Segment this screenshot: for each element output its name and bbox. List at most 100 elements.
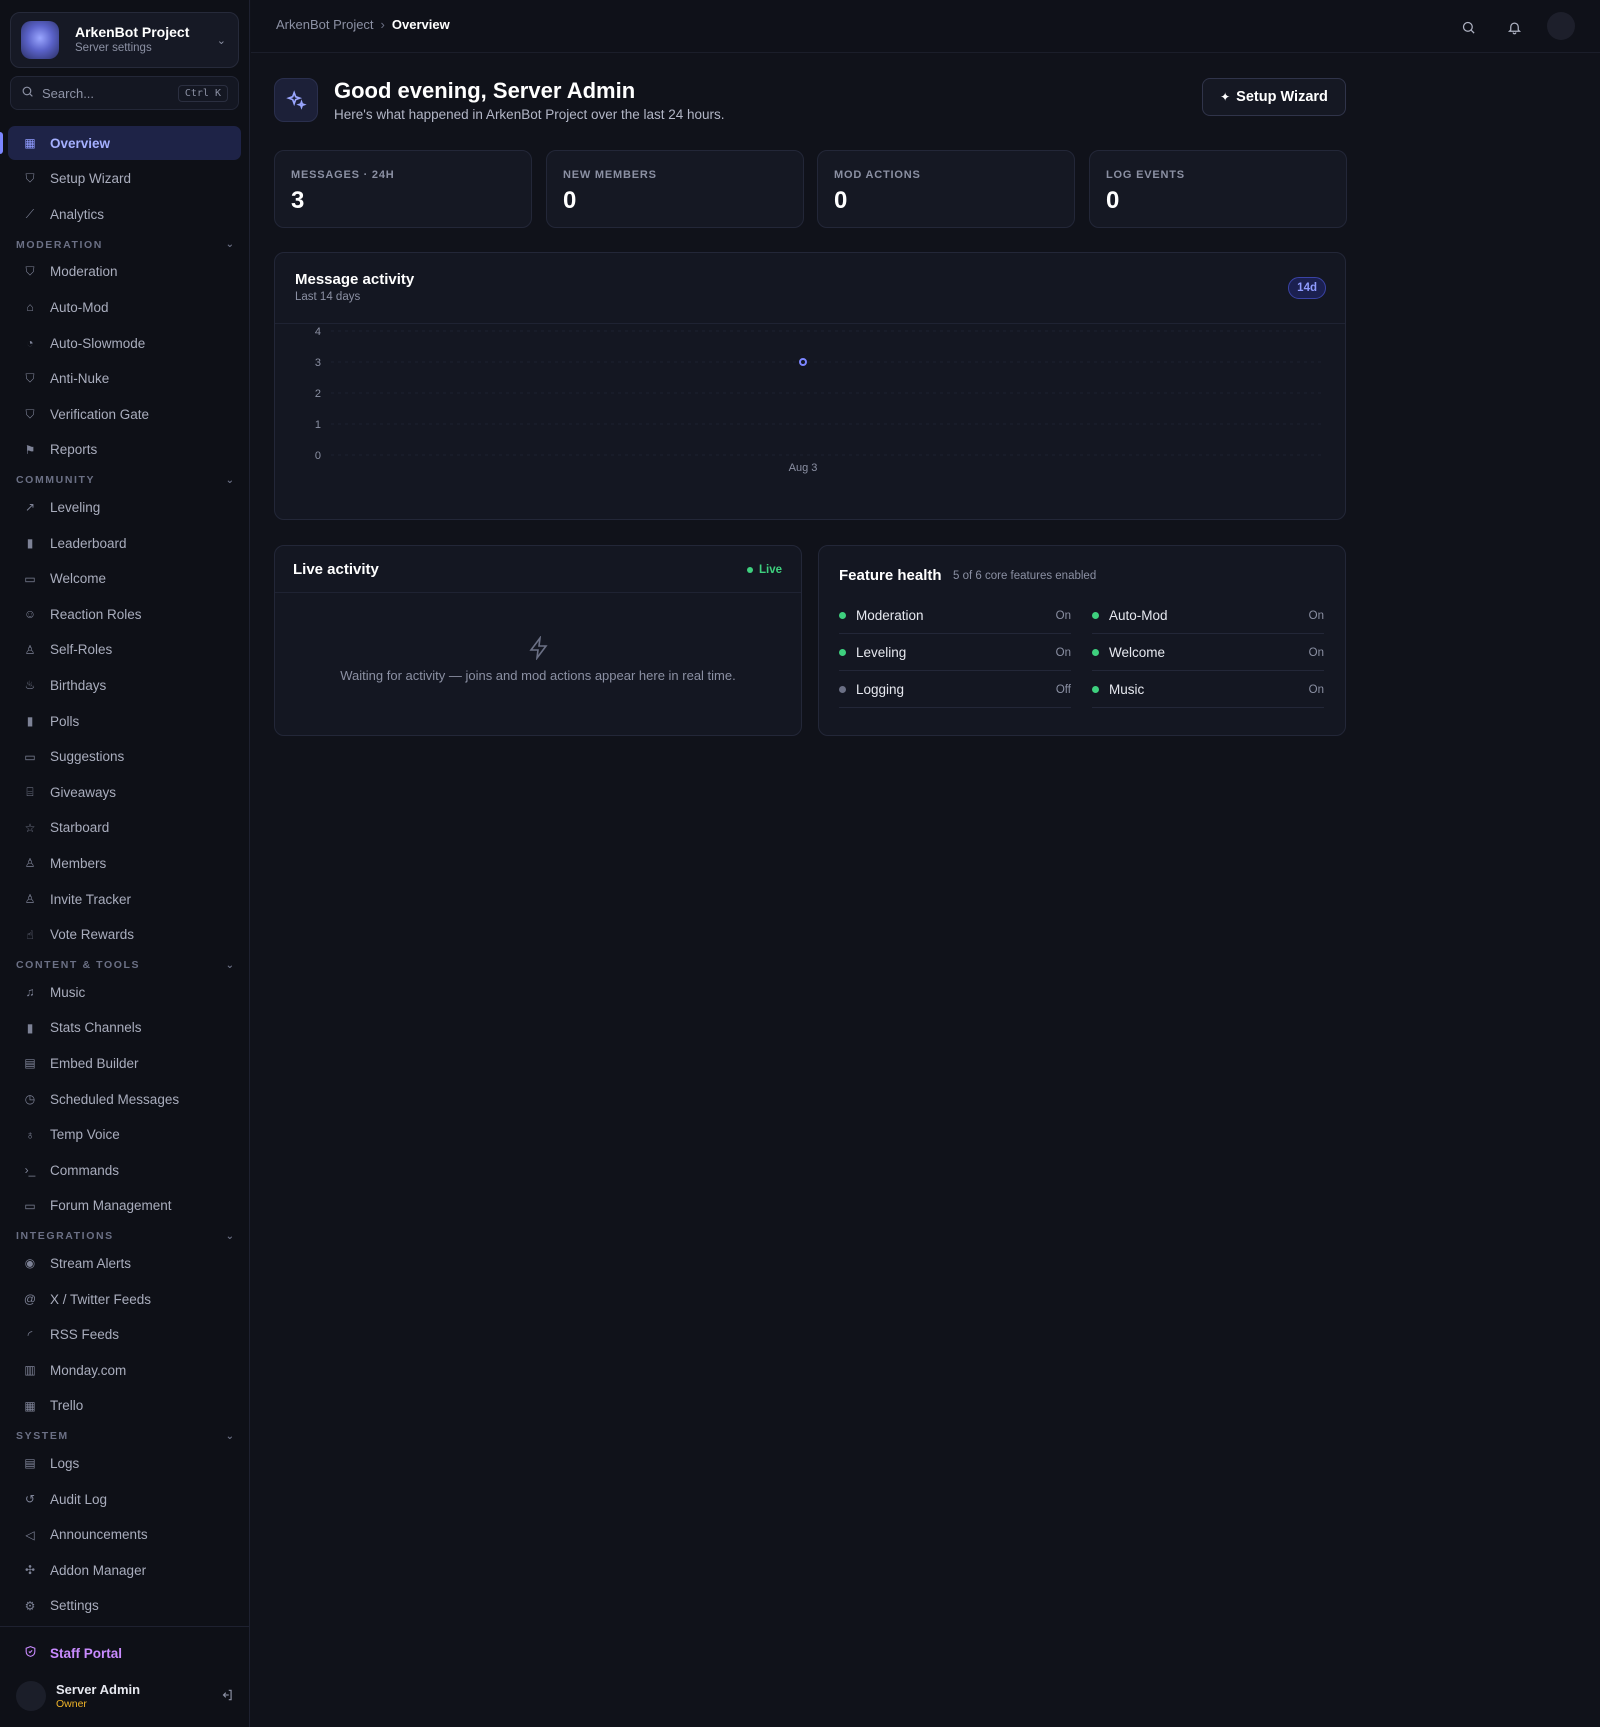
sidebar-item-scheduled-messages[interactable]: ◷ Scheduled Messages [8,1082,241,1116]
data-point[interactable] [799,358,807,366]
panel-title: Message activity [295,271,415,288]
topbar: ArkenBot Project › Overview [251,0,1600,53]
staff-portal-link[interactable]: Staff Portal [8,1636,241,1670]
nav-section-system[interactable]: SYSTEM ⌄ [16,1428,234,1444]
trending-up-icon: ↗ [24,500,36,515]
nav-section-content-tools[interactable]: CONTENT & TOOLS ⌄ [16,957,234,973]
sidebar-item-audit-log[interactable]: ↺ Audit Log [8,1482,241,1516]
stat-label: MESSAGES · 24H [291,169,395,181]
feature-state: On [1055,646,1071,659]
puzzle-icon: ✣ [24,1563,36,1578]
sidebar-item-x-twitter-feeds[interactable]: @ X / Twitter Feeds [8,1282,241,1316]
nav-section-moderation[interactable]: MODERATION ⌄ [16,237,234,253]
clock-icon: ◷ [24,1092,36,1106]
sidebar-item-suggestions[interactable]: ▭ Suggestions [8,740,241,774]
sidebar-item-label: Embed Builder [50,1055,139,1071]
gear-icon: ⚙ [24,1598,36,1613]
feature-row: Logging Off [839,672,1071,708]
sidebar-item-embed-builder[interactable]: ▤ Embed Builder [8,1046,241,1080]
y-tick-label: 4 [315,326,321,338]
user-profile: Server Admin Owner [16,1676,234,1716]
sidebar-item-leveling[interactable]: ↗ Leveling [8,490,241,524]
sidebar-item-label: Overview [50,135,111,151]
sidebar-item-announcements[interactable]: ◁ Announcements [8,1518,241,1552]
chevron-down-icon: ⌄ [225,959,234,971]
sidebar-item-trello[interactable]: ▦ Trello [8,1389,241,1423]
live-activity-panel: Live activity Live Waiting for activity … [274,545,802,736]
sidebar-item-overview[interactable]: ▦ Overview [8,126,241,160]
bar-chart-icon: ▮ [26,714,34,728]
sidebar-item-label: Analytics [50,206,105,222]
sidebar-item-stream-alerts[interactable]: ◉ Stream Alerts [8,1246,241,1280]
sidebar-item-forum-management[interactable]: ▭ Forum Management [8,1189,241,1223]
sidebar-item-commands[interactable]: ›_ Commands [8,1153,241,1187]
sidebar-item-starboard[interactable]: ☆ Starboard [8,811,241,845]
feature-state: On [1308,646,1324,659]
sidebar-item-reports[interactable]: ⚑ Reports [8,433,241,467]
sidebar-item-self-roles[interactable]: ♙ Self-Roles [8,633,241,667]
bar-chart-icon: ▮ [26,536,34,550]
sidebar-item-polls[interactable]: ▮ Polls [8,704,241,738]
nav-section-integrations[interactable]: INTEGRATIONS ⌄ [16,1228,234,1244]
sidebar-item-welcome[interactable]: ▭ Welcome [8,562,241,596]
search-icon[interactable] [1455,14,1481,40]
sidebar-item-logs[interactable]: ▤ Logs [8,1446,241,1480]
message-activity-panel: Message activity Last 14 days 14d 0 1 2 3 4 A… [274,252,1346,520]
sidebar-item-moderation[interactable]: ⛉ Moderation [8,255,241,289]
sidebar-item-monday-com[interactable]: ▥ Monday.com [8,1353,241,1387]
feature-summary: 5 of 6 core features enabled [953,570,1097,582]
sidebar-item-leaderboard[interactable]: ▮ Leaderboard [8,526,241,560]
sidebar-item-analytics[interactable]: ⟋ Analytics [8,197,241,231]
y-tick-label: 2 [315,388,321,400]
user-name: Server Admin [56,1681,141,1697]
search-input[interactable]: Search... [42,86,178,101]
sidebar-item-members[interactable]: ♙ Members [8,846,241,880]
sidebar-item-settings[interactable]: ⚙ Settings [8,1589,241,1623]
y-tick-label: 0 [315,450,321,462]
sidebar-item-addon-manager[interactable]: ✣ Addon Manager [8,1553,241,1587]
flag-icon: ⚑ [24,442,36,457]
sidebar-item-verification-gate[interactable]: ⛉ Verification Gate [8,397,241,431]
bell-icon[interactable] [1501,14,1527,40]
sidebar-item-label: Polls [50,713,80,729]
chevron-down-icon: ⌄ [225,1430,234,1442]
sidebar-item-music[interactable]: ♫ Music [8,975,241,1009]
feature-health-panel: Feature health 5 of 6 core features enab… [818,545,1346,736]
range-badge[interactable]: 14d [1288,277,1326,299]
logout-icon[interactable] [220,1688,234,1705]
sidebar-item-vote-rewards[interactable]: ☝ Vote Rewards [8,918,241,952]
file-icon: ▤ [24,1456,36,1471]
sidebar-item-label: Scheduled Messages [50,1091,180,1107]
sidebar-item-reaction-roles[interactable]: ☺ Reaction Roles [8,597,241,631]
sidebar-item-rss-feeds[interactable]: ◜ RSS Feeds [8,1318,241,1352]
sidebar-item-label: RSS Feeds [50,1327,120,1343]
sidebar-item-label: Audit Log [50,1491,108,1507]
x-tick-label: Aug 3 [789,462,818,474]
sidebar-item-giveaways[interactable]: ⌸ Giveaways [8,775,241,809]
avatar[interactable] [1547,12,1575,40]
sidebar-item-auto-mod[interactable]: ⌂ Auto-Mod [8,290,241,324]
sidebar-item-invite-tracker[interactable]: ♙ Invite Tracker [8,882,241,916]
sidebar-item-label: Members [50,855,107,871]
sidebar-item-auto-slowmode[interactable]: ◔ Auto-Slowmode [8,326,241,360]
feature-name: Logging [856,682,905,697]
sidebar-item-label: Moderation [50,264,118,280]
sidebar-search[interactable]: Search... Ctrl K [10,76,239,110]
feature-row: Welcome On [1092,635,1324,671]
sidebar-item-stats-channels[interactable]: ▮ Stats Channels [8,1011,241,1045]
server-switcher[interactable]: ArkenBot Project Server settings ⌄ [10,12,239,68]
sidebar-item-anti-nuke[interactable]: ⛉ Anti-Nuke [8,362,241,396]
bot-icon: ⌂ [26,300,34,315]
sidebar-item-label: Music [50,984,86,1000]
breadcrumb-parent[interactable]: ArkenBot Project [276,17,374,32]
avatar[interactable] [16,1681,46,1711]
sidebar-item-temp-voice[interactable]: ♁ Temp Voice [8,1118,241,1152]
radio-icon: ◉ [24,1256,36,1271]
sidebar-item-setup-wizard[interactable]: ⛉ Setup Wizard [8,162,241,196]
setup-wizard-button[interactable]: ✦ Setup Wizard [1202,78,1346,116]
breadcrumb-current: Overview [391,17,450,32]
nav-section-community[interactable]: COMMUNITY ⌄ [16,472,234,488]
sidebar-item-birthdays[interactable]: ♨ Birthdays [8,668,241,702]
status-dot-icon [1092,686,1099,693]
feature-state: On [1055,609,1071,622]
